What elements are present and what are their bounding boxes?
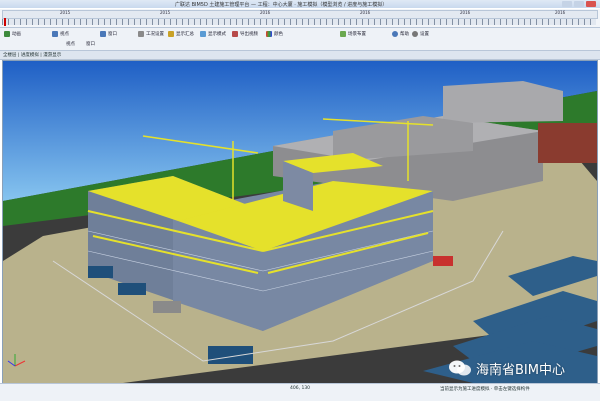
scene-icon (340, 31, 346, 37)
toolbar-button-help[interactable]: 帮助 (392, 30, 409, 38)
help-icon (392, 31, 398, 37)
watermark: 海南省BIM中心 (448, 358, 598, 378)
timeline-day-strip (2, 19, 596, 25)
timeline-label: 2016 (555, 10, 566, 15)
timeline-playhead[interactable] (4, 18, 6, 26)
timeline-label: 2015 (60, 10, 71, 15)
toolbar-label: 颜色 (274, 32, 283, 37)
minimize-button[interactable] (562, 1, 572, 7)
3d-scene (3, 61, 597, 383)
play-icon (4, 31, 10, 37)
toolbar-label: 视点 (60, 32, 69, 37)
status-coordinates: 406, 130 (290, 386, 311, 391)
toolbar-label: 动画 (12, 32, 21, 37)
toolbar-button-export[interactable]: 导出视频 (232, 30, 258, 38)
app-window: 广联达 BIM5D 土建施工管理平台 — 工程：中心大厦 · 施工模拟（模型浏览… (0, 0, 600, 401)
toolbar-label: 帮助 (400, 32, 409, 37)
window-icon (100, 31, 106, 37)
view-panel-title: 全楼层 | 进度模拟 | 漫游显示 (3, 53, 62, 58)
close-button[interactable] (586, 1, 596, 7)
toolbar-row2-window[interactable]: 窗口 (86, 40, 95, 48)
toolbar-label: 显示汇总 (176, 32, 194, 37)
main-toolbar: 动画 视点 窗口 工况设置 显示汇总 显示模式 导出视频 颜色 场景布置 帮助 … (0, 28, 600, 51)
toolbar-button-viewpoint[interactable]: 视点 (52, 30, 69, 38)
3d-viewport[interactable] (2, 60, 598, 384)
toolbar-label: 工况设置 (146, 32, 164, 37)
wechat-icon (449, 360, 471, 376)
toolbar-label: 导出视频 (240, 32, 258, 37)
toolbar-button-play[interactable]: 动画 (4, 30, 21, 38)
timeline-label: 2016 (460, 10, 471, 15)
gear-icon (412, 31, 418, 37)
display-icon (200, 31, 206, 37)
toolbar-label: 窗口 (86, 42, 95, 47)
toolbar-button-display[interactable]: 显示模式 (200, 30, 226, 38)
maximize-button[interactable] (574, 1, 584, 7)
title-bar: 广联达 BIM5D 土建施工管理平台 — 工程：中心大厦 · 施工模拟（模型浏览… (0, 0, 600, 8)
settings-icon (138, 31, 144, 37)
video-icon (232, 31, 238, 37)
color-icon (266, 31, 272, 37)
window-title: 广联达 BIM5D 土建施工管理平台 — 工程：中心大厦 · 施工模拟（模型浏览… (175, 2, 388, 8)
toolbar-row2-viewpoint[interactable]: 视点 (66, 40, 75, 48)
toolbar-label: 设置 (420, 32, 429, 37)
toolbar-button-gear[interactable]: 设置 (412, 30, 429, 38)
toolbar-button-window[interactable]: 窗口 (100, 30, 117, 38)
toolbar-label: 场景布置 (348, 32, 366, 37)
schedule-timeline[interactable]: 2015 2015 2016 2016 2016 2016 (0, 9, 600, 28)
toolbar-button-settings[interactable]: 工况设置 (138, 30, 164, 38)
timeline-label: 2016 (360, 10, 371, 15)
timeline-label: 2015 (160, 10, 171, 15)
toolbar-label: 窗口 (108, 32, 117, 37)
toolbar-label: 视点 (66, 42, 75, 47)
timeline-label: 2016 (260, 10, 271, 15)
timeline-ruler (2, 10, 598, 19)
toolbar-label: 显示模式 (208, 32, 226, 37)
watermark-text: 海南省BIM中心 (476, 362, 565, 378)
toolbar-button-summary[interactable]: 显示汇总 (168, 30, 194, 38)
toolbar-button-scene[interactable]: 场景布置 (340, 30, 366, 38)
status-bar: 406, 130 当前显示为施工进度模拟 · 单击左键选择构件 (0, 383, 600, 401)
camera-icon (52, 31, 58, 37)
view-panel-header: 全楼层 | 进度模拟 | 漫游显示 (0, 51, 600, 60)
summary-icon (168, 31, 174, 37)
status-message: 当前显示为施工进度模拟 · 单击左键选择构件 (440, 387, 530, 392)
toolbar-button-color[interactable]: 颜色 (266, 30, 283, 38)
